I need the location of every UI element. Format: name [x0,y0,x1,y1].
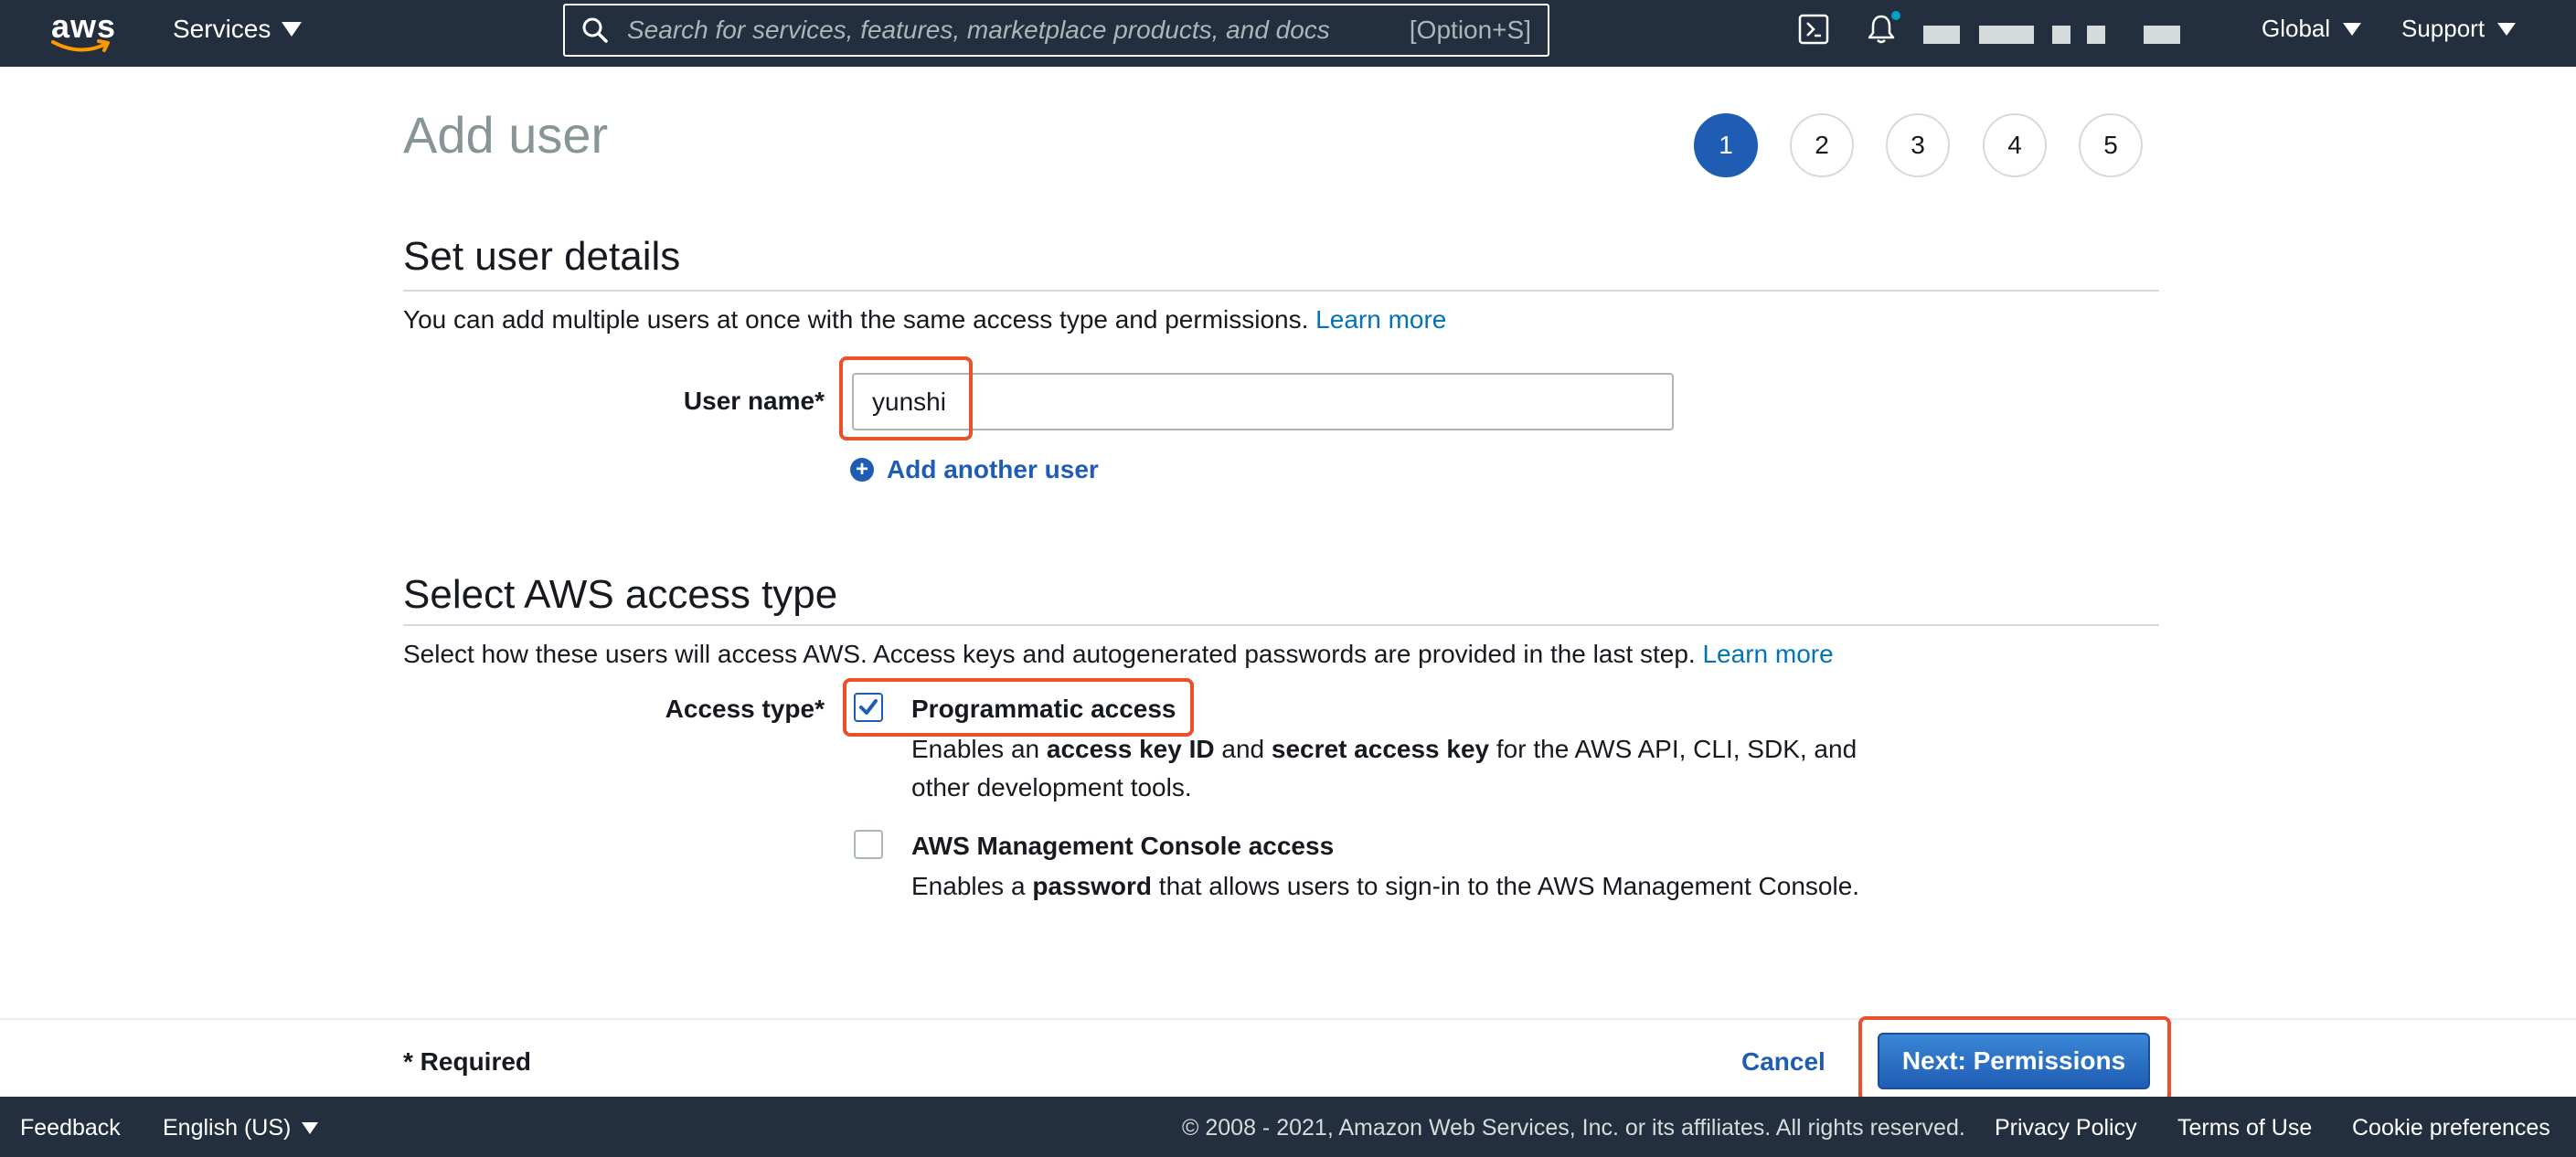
section-heading-user-details: Set user details [403,234,681,279]
redacted-account-block [1923,26,1960,44]
wizard-step-5[interactable]: 5 [2079,113,2143,177]
redacted-account-block [2052,26,2070,44]
desc-bold: access key ID [1046,735,1215,763]
console-access-checkbox[interactable] [854,830,883,859]
cookie-preferences-link[interactable]: Cookie preferences [2352,1115,2550,1141]
language-selector[interactable]: English (US) [163,1115,319,1141]
user-details-description: You can add multiple users at once with … [403,305,1446,334]
learn-more-link[interactable]: Learn more [1315,305,1446,334]
caret-down-icon [2497,22,2517,36]
checkmark-icon [859,699,878,715]
support-label: Support [2401,15,2486,42]
desc-text: Enables a [911,872,1033,900]
desc-text: for the AWS API, CLI, SDK, and [1489,735,1857,763]
section-divider [403,624,2159,626]
desc-text: that allows users to sign-in to the AWS … [1152,872,1860,900]
wizard-action-bar [0,1018,2576,1097]
terms-of-use-link[interactable]: Terms of Use [2177,1115,2312,1141]
top-nav: aws Services Search for services, featur… [0,0,2576,67]
desc-text: and [1214,735,1272,763]
cloudshell-icon[interactable] [1798,14,1829,49]
cancel-button[interactable]: Cancel [1741,1047,1826,1077]
wizard-step-3[interactable]: 3 [1886,113,1950,177]
region-menu-button[interactable]: Global [2262,15,2362,43]
wizard-step-2[interactable]: 2 [1790,113,1854,177]
search-shortcut: [Option+S] [1409,16,1531,44]
search-icon [582,17,608,43]
console-access-title: AWS Management Console access [911,832,1335,860]
required-note: * Required [403,1047,532,1076]
user-name-label: User name* [683,387,825,415]
access-type-description: Select how these users will access AWS. … [403,640,1834,669]
access-type-label: Access type* [665,695,825,723]
add-another-user-button[interactable]: + Add another user [850,455,1099,484]
next-permissions-button[interactable]: Next: Permissions [1878,1033,2150,1089]
user-details-description-text: You can add multiple users at once with … [403,305,1309,334]
page-title: Add user [403,106,609,164]
services-menu-button[interactable]: Services [173,15,303,44]
desc-text: other development tools. [911,773,1192,801]
services-label: Services [173,15,271,43]
language-label: English (US) [163,1115,292,1141]
region-label: Global [2262,15,2331,42]
user-name-input[interactable] [852,373,1674,430]
programmatic-access-title: Programmatic access [911,695,1176,723]
redacted-account-block [2087,26,2105,44]
caret-down-icon [282,22,303,37]
search-bar[interactable]: Search for services, features, marketpla… [563,4,1549,57]
desc-bold: password [1032,872,1153,900]
console-footer: Feedback English (US) © 2008 - 2021, Ama… [0,1097,2576,1157]
programmatic-access-description: Enables an access key ID and secret acce… [911,730,1857,807]
caret-down-icon [2343,22,2362,36]
aws-logo[interactable]: aws [48,7,115,55]
copyright-text: © 2008 - 2021, Amazon Web Services, Inc.… [1182,1115,1965,1141]
search-placeholder: Search for services, features, marketpla… [627,16,1330,44]
access-type-description-text: Select how these users will access AWS. … [403,640,1696,668]
add-another-user-label: Add another user [887,455,1099,483]
wizard-step-1[interactable]: 1 [1694,113,1758,177]
wizard-step-4[interactable]: 4 [1983,113,2047,177]
desc-text: Enables an [911,735,1047,763]
learn-more-link[interactable]: Learn more [1702,640,1833,668]
section-divider [403,290,2159,292]
redacted-account-block [2144,26,2180,44]
notification-dot [1891,11,1900,20]
console-access-description: Enables a password that allows users to … [911,867,1859,906]
desc-bold: secret access key [1271,735,1490,763]
caret-down-icon [302,1122,319,1134]
redacted-account-block [1979,26,2034,44]
plus-circle-icon: + [850,458,874,482]
section-heading-access-type: Select AWS access type [403,572,838,617]
feedback-link[interactable]: Feedback [20,1115,121,1141]
privacy-policy-link[interactable]: Privacy Policy [1995,1115,2137,1141]
programmatic-access-checkbox[interactable] [854,693,883,722]
support-menu-button[interactable]: Support [2401,15,2517,43]
aws-smile-icon [51,39,110,52]
